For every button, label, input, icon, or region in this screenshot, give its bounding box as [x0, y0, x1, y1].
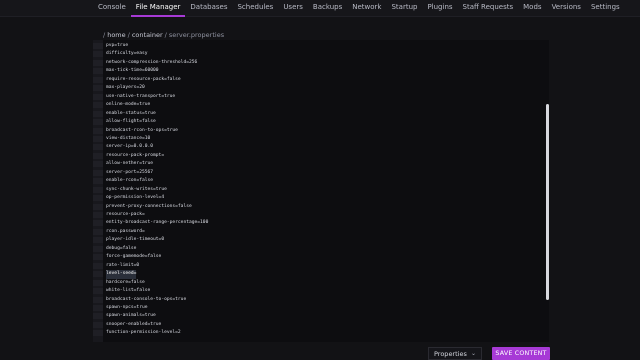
code-line[interactable]: snooper-enabled=true	[106, 321, 161, 329]
line-number	[93, 119, 103, 126]
line-number	[93, 127, 103, 134]
line-number	[93, 186, 103, 193]
line-number	[93, 135, 103, 142]
line-number	[93, 93, 103, 100]
tab-startup[interactable]: Startup	[386, 0, 422, 17]
code-line[interactable]: difficulty=easy	[106, 50, 148, 58]
top-navigation: Console File Manager Databases Schedules Use…	[0, 0, 640, 17]
tab-staff-requests[interactable]: Staff Requests	[458, 0, 519, 17]
line-number	[93, 321, 103, 328]
code-line[interactable]: resource-pack=	[106, 211, 145, 219]
code-line[interactable]: network-compression-threshold=256	[106, 59, 197, 67]
save-content-button[interactable]: SAVE CONTENT	[492, 347, 550, 360]
line-number	[93, 161, 103, 168]
code-line[interactable]: debug=false	[106, 245, 136, 253]
line-number	[93, 304, 103, 311]
editor-mode-value: Properties	[434, 349, 467, 358]
line-number	[93, 330, 103, 337]
line-number	[93, 195, 103, 202]
line-number	[93, 271, 103, 278]
line-number	[93, 279, 103, 286]
line-number	[93, 102, 103, 109]
code-line[interactable]: server-ip=0.0.0.0	[106, 143, 153, 151]
tab-versions[interactable]: Versions	[547, 0, 586, 17]
tab-schedules[interactable]: Schedules	[232, 0, 278, 17]
code-line[interactable]: allow-flight=false	[106, 118, 156, 126]
tab-backups[interactable]: Backups	[308, 0, 347, 17]
line-number	[93, 237, 103, 244]
code-line[interactable]: server-port=25567	[106, 169, 153, 177]
line-number	[93, 178, 103, 185]
code-line[interactable]: rate-limit=0	[106, 262, 139, 270]
tab-settings[interactable]: Settings	[586, 0, 625, 17]
code-line[interactable]: function-permission-level=2	[106, 329, 181, 337]
line-number	[93, 76, 103, 83]
code-line[interactable]: op-permission-level=4	[106, 194, 164, 202]
chevron-down-icon: ⌄	[470, 350, 476, 357]
code-line[interactable]: view-distance=10	[106, 135, 150, 143]
code-line[interactable]: enable-status=true	[106, 110, 156, 118]
line-number	[93, 212, 103, 218]
code-line[interactable]: require-resource-pack=false	[106, 76, 181, 84]
code-line[interactable]: spawn-animals=true	[106, 312, 156, 320]
tab-databases[interactable]: Databases	[185, 0, 232, 17]
tab-file-manager[interactable]: File Manager	[130, 0, 186, 17]
editor-gutter	[93, 40, 103, 342]
line-number	[93, 254, 103, 261]
line-number	[93, 313, 103, 320]
line-number	[93, 169, 103, 176]
tab-plugins[interactable]: Plugins	[422, 0, 457, 17]
code-line[interactable]: white-list=false	[106, 287, 150, 295]
line-number	[93, 262, 103, 269]
line-number	[93, 85, 103, 92]
tab-mods[interactable]: Mods	[518, 0, 546, 17]
breadcrumb-container[interactable]: container	[132, 31, 163, 39]
line-number	[93, 43, 103, 49]
line-number	[93, 144, 103, 151]
code-line[interactable]: hardcore=false	[106, 279, 145, 287]
line-number	[93, 228, 103, 235]
code-line[interactable]: pvp=true	[106, 42, 128, 50]
tab-console[interactable]: Console	[93, 0, 131, 17]
tab-network[interactable]: Network	[347, 0, 386, 17]
editor-mode-select[interactable]: Properties ⌄	[428, 347, 482, 360]
code-editor[interactable]: pvp=true difficulty=easy network-compressi…	[93, 40, 549, 342]
code-line[interactable]: force-gamemode=false	[106, 253, 161, 261]
code-line[interactable]: broadcast-console-to-ops=true	[106, 296, 186, 304]
editor-scrollbar[interactable]	[546, 104, 549, 300]
code-line[interactable]: spawn-npcs=true	[106, 304, 148, 312]
breadcrumb-separator: /	[164, 31, 167, 39]
breadcrumb: / home / container / server.properties	[103, 31, 224, 39]
line-number	[93, 68, 103, 75]
line-number	[93, 296, 103, 303]
breadcrumb-file: server.properties	[168, 31, 225, 39]
editor-content[interactable]: pvp=true difficulty=easy network-compressi…	[106, 40, 526, 342]
line-number	[93, 203, 103, 210]
line-number	[93, 110, 103, 117]
code-line[interactable]: max-tick-time=60000	[106, 67, 159, 75]
code-line[interactable]: player-idle-timeout=0	[106, 236, 164, 244]
line-number	[93, 152, 103, 159]
breadcrumb-home[interactable]: home	[107, 31, 125, 39]
line-number	[93, 51, 103, 58]
breadcrumb-separator: /	[127, 31, 130, 39]
tab-users[interactable]: Users	[278, 0, 308, 17]
code-line[interactable]: enable-rcon=false	[106, 177, 153, 185]
code-line[interactable]: level-seed=	[106, 270, 137, 279]
code-line[interactable]: use-native-transport=true	[106, 93, 175, 101]
code-line[interactable]: sync-chunk-writes=true	[106, 186, 167, 194]
code-line[interactable]: entity-broadcast-range-percentage=100	[106, 219, 208, 227]
code-line[interactable]: broadcast-rcon-to-ops=true	[106, 127, 178, 135]
code-line[interactable]: max-players=20	[106, 84, 145, 92]
code-line[interactable]: prevent-proxy-connections=false	[106, 203, 192, 211]
breadcrumb-separator: /	[103, 31, 106, 39]
line-number	[93, 59, 103, 66]
line-number	[93, 245, 103, 252]
line-number	[93, 220, 103, 227]
line-number	[93, 288, 103, 295]
code-line[interactable]: online-mode=true	[106, 101, 150, 109]
code-line[interactable]: resource-pack-prompt=	[106, 152, 164, 160]
code-line[interactable]: allow-nether=true	[106, 160, 153, 168]
code-line[interactable]: rcon.password=	[106, 228, 145, 236]
